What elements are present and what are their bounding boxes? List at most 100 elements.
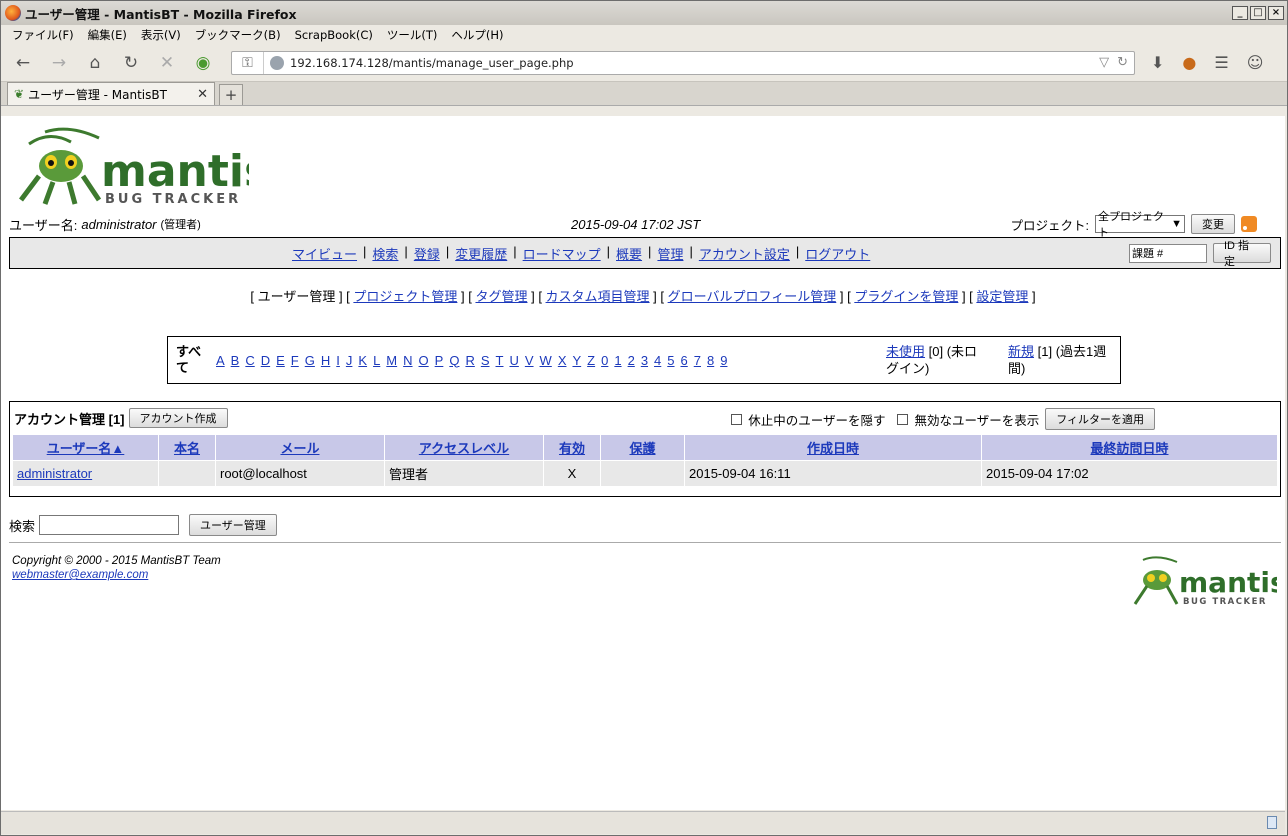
jump-to-issue-button[interactable]: ID 指定 (1213, 240, 1271, 268)
col-username[interactable]: ユーザー名▲ (47, 441, 125, 456)
close-tab-icon[interactable]: ✕ (197, 87, 208, 102)
hide-inactive-checkbox[interactable] (731, 413, 743, 425)
letter-link[interactable]: 7 (694, 353, 701, 368)
sync-icon[interactable]: ◉ (189, 51, 217, 75)
col-email[interactable]: メール (280, 441, 319, 456)
menu-bookmarks[interactable]: ブックマーク(B) (188, 27, 288, 43)
menu-file[interactable]: ファイル(F) (5, 27, 81, 43)
menu-search[interactable]: 検索 (372, 244, 398, 263)
letter-link[interactable]: X (558, 353, 567, 368)
home-icon[interactable]: ⌂ (81, 51, 109, 75)
letter-link[interactable]: 8 (707, 353, 714, 368)
close-button[interactable]: × (1268, 6, 1284, 20)
letter-link[interactable]: Q (449, 353, 459, 368)
letter-link[interactable]: V (525, 353, 534, 368)
webmaster-email[interactable]: webmaster@example.com (12, 568, 221, 582)
apply-filter-button[interactable]: フィルターを適用 (1045, 408, 1155, 430)
manage-user-button[interactable]: ユーザー管理 (189, 514, 277, 536)
smiley-icon[interactable]: ☺ (1247, 53, 1264, 72)
stop-icon[interactable]: ✕ (153, 51, 181, 75)
letter-link[interactable]: D (261, 353, 270, 368)
col-created[interactable]: 作成日時 (807, 441, 859, 456)
url-text[interactable]: 192.168.174.128/mantis/manage_user_page.… (290, 56, 574, 70)
letter-link[interactable]: E (276, 353, 285, 368)
menu-view[interactable]: 表示(V) (134, 27, 188, 43)
menu-edit[interactable]: 編集(E) (81, 27, 134, 43)
letter-link[interactable]: 2 (628, 353, 635, 368)
url-bar[interactable]: ⚿ 192.168.174.128/mantis/manage_user_pag… (231, 50, 1135, 75)
submenu-custom-fields[interactable]: カスタム項目管理 (546, 289, 650, 304)
letter-link[interactable]: 9 (720, 353, 727, 368)
project-select[interactable]: 全プロジェクト ▼ (1095, 211, 1185, 239)
addon-icon[interactable]: ● (1182, 53, 1196, 72)
col-realname[interactable]: 本名 (174, 441, 200, 456)
submenu-tags[interactable]: タグ管理 (475, 289, 527, 304)
col-access-level[interactable]: アクセスレベル (419, 441, 509, 456)
letter-link[interactable]: Y (572, 353, 581, 368)
submenu-projects[interactable]: プロジェクト管理 (353, 289, 457, 304)
menu-scrapbook[interactable]: ScrapBook(C) (288, 28, 380, 42)
letter-link[interactable]: U (509, 353, 518, 368)
create-account-button[interactable]: アカウント作成 (128, 408, 228, 428)
minimize-button[interactable]: _ (1232, 6, 1248, 20)
rss-icon[interactable] (1241, 216, 1257, 232)
letter-link[interactable]: P (435, 353, 444, 368)
letter-link[interactable]: T (496, 353, 504, 368)
menu-my-view[interactable]: マイビュー (292, 244, 357, 263)
letter-link[interactable]: 6 (681, 353, 688, 368)
letter-link[interactable]: B (231, 353, 240, 368)
menu-tools[interactable]: ツール(T) (380, 27, 445, 43)
menu-changelog[interactable]: 変更履歴 (455, 244, 507, 263)
letter-link[interactable]: C (245, 353, 254, 368)
letter-link[interactable]: S (481, 353, 490, 368)
letter-link[interactable]: 5 (667, 353, 674, 368)
key-icon[interactable]: ⚿ (232, 51, 264, 74)
letter-link[interactable]: Z (587, 353, 595, 368)
letter-link[interactable]: H (321, 353, 330, 368)
letter-link[interactable]: J (346, 353, 353, 368)
letter-link[interactable]: A (216, 353, 225, 368)
tab-user-management[interactable]: ❦ ユーザー管理 - MantisBT ✕ (7, 82, 215, 105)
search-input[interactable] (39, 515, 180, 535)
unused-link[interactable]: 未使用 (886, 344, 925, 359)
col-enabled[interactable]: 有効 (559, 441, 585, 456)
submenu-plugins[interactable]: プラグインを管理 (854, 289, 958, 304)
dropdown-arrow-icon[interactable]: ▽ (1099, 55, 1109, 70)
letter-link[interactable]: N (403, 353, 412, 368)
new-tab-button[interactable]: + (219, 84, 243, 105)
submenu-config[interactable]: 設定管理 (976, 289, 1028, 304)
col-protected[interactable]: 保護 (629, 441, 655, 456)
letter-link[interactable]: L (373, 353, 380, 368)
col-last-visit[interactable]: 最終訪問日時 (1090, 441, 1168, 456)
menu-help[interactable]: ヘルプ(H) (444, 27, 510, 43)
letter-link[interactable]: O (419, 353, 429, 368)
letter-link[interactable]: 1 (614, 353, 621, 368)
reload-icon[interactable]: ↻ (117, 51, 145, 75)
letter-link[interactable]: W (540, 353, 552, 368)
menu-account[interactable]: アカウント設定 (699, 244, 790, 263)
submenu-profiles[interactable]: グローバルプロフィール管理 (668, 289, 837, 304)
letter-link[interactable]: 3 (641, 353, 648, 368)
reload-small-icon[interactable]: ↻ (1117, 55, 1128, 70)
mantis-logo[interactable]: mantis BUG TRACKER (9, 124, 270, 208)
maximize-button[interactable]: □ (1250, 6, 1266, 20)
issue-id-input[interactable] (1129, 243, 1207, 263)
letter-link[interactable]: M (386, 353, 397, 368)
menu-roadmap[interactable]: ロードマップ (523, 244, 601, 263)
letter-link[interactable]: R (465, 353, 474, 368)
download-icon[interactable]: ⬇ (1151, 53, 1164, 72)
hamburger-menu-icon[interactable]: ☰ (1214, 53, 1228, 72)
menu-logout[interactable]: ログアウト (805, 244, 870, 263)
mantis-footer-logo[interactable]: mantis BUG TRACKER (1127, 554, 1287, 610)
back-arrow-icon[interactable]: ← (9, 51, 37, 75)
letter-link[interactable]: 4 (654, 353, 661, 368)
show-disabled-checkbox[interactable] (897, 413, 909, 425)
new-link[interactable]: 新規 (1008, 344, 1034, 359)
letter-link[interactable]: G (305, 353, 315, 368)
letter-link[interactable]: F (291, 353, 299, 368)
letter-link[interactable]: K (358, 353, 367, 368)
cell-username[interactable]: administrator (17, 466, 92, 481)
forward-arrow-icon[interactable]: → (45, 51, 73, 75)
menu-report[interactable]: 登録 (414, 244, 440, 263)
change-project-button[interactable]: 変更 (1191, 214, 1235, 234)
